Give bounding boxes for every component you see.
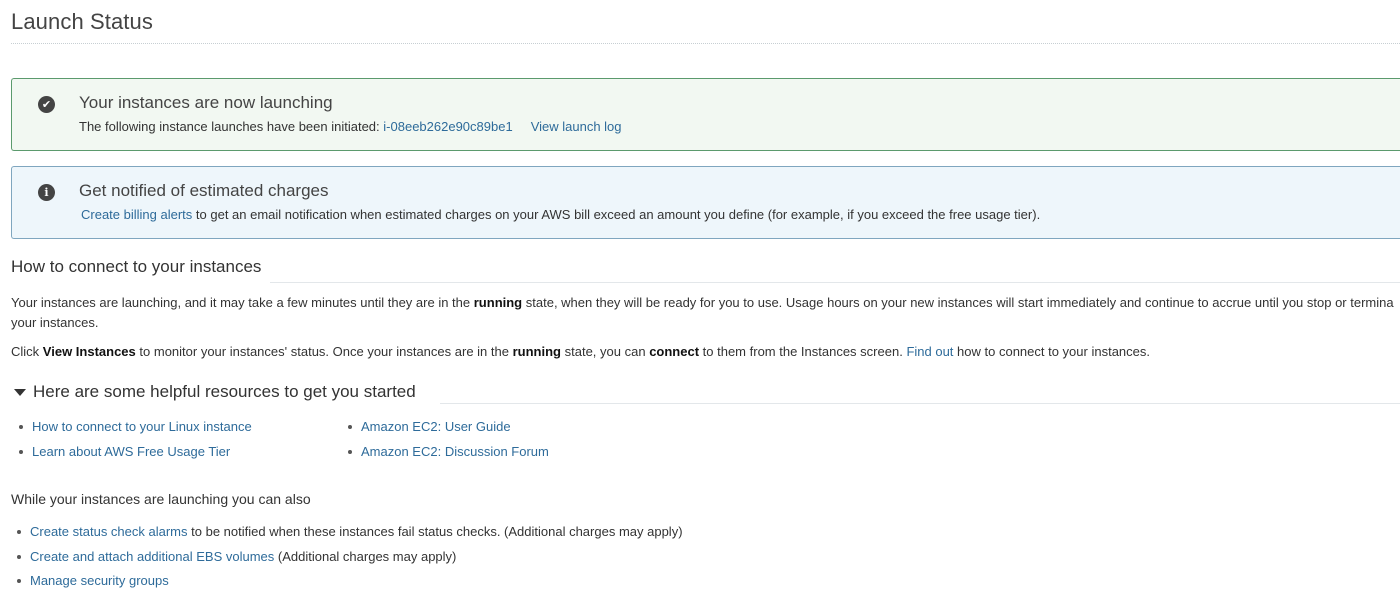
list-item: Amazon EC2: User Guide: [345, 418, 549, 443]
linux-connect-link[interactable]: How to connect to your Linux instance: [32, 419, 252, 434]
also-list: Create status check alarms to be notifie…: [14, 523, 683, 597]
alert-body-text: The following instance launches have bee…: [79, 119, 380, 134]
resources-right-list: Amazon EC2: User Guide Amazon EC2: Discu…: [345, 418, 549, 467]
list-item: Create status check alarms to be notifie…: [14, 523, 683, 548]
alert-body: The following instance launches have bee…: [79, 119, 622, 134]
resources-section-divider: [440, 403, 1400, 404]
create-status-check-alarms-link[interactable]: Create status check alarms: [30, 524, 188, 539]
resources-section-title[interactable]: Here are some helpful resources to get y…: [33, 382, 416, 402]
manage-security-groups-link[interactable]: Manage security groups: [30, 573, 169, 588]
list-item: Manage security groups: [14, 572, 683, 597]
also-section-heading: While your instances are launching you c…: [11, 491, 311, 507]
list-item: How to connect to your Linux instance: [16, 418, 252, 443]
alert-title: Get notified of estimated charges: [79, 181, 329, 200]
page-title: Launch Status: [11, 9, 153, 34]
collapse-caret-icon[interactable]: [14, 389, 26, 396]
billing-info-alert: i Get notified of estimated charges Crea…: [11, 166, 1400, 239]
list-item: Learn about AWS Free Usage Tier: [16, 443, 252, 468]
instance-id-link[interactable]: i-08eeb262e90c89be1: [383, 119, 512, 134]
launch-success-alert: ✔ Your instances are now launching The f…: [11, 78, 1400, 151]
ec2-discussion-forum-link[interactable]: Amazon EC2: Discussion Forum: [361, 444, 549, 459]
list-item: Create and attach additional EBS volumes…: [14, 548, 683, 573]
connect-section-divider: [270, 282, 1400, 283]
connect-paragraph-1-line-2: your instances.: [11, 315, 99, 330]
info-circle-icon: i: [38, 184, 55, 201]
check-circle-icon: ✔: [38, 96, 55, 113]
create-ebs-volumes-link[interactable]: Create and attach additional EBS volumes: [30, 549, 274, 564]
resources-left-list: How to connect to your Linux instance Le…: [16, 418, 252, 467]
list-item: Amazon EC2: Discussion Forum: [345, 443, 549, 468]
connect-paragraph-1: Your instances are launching, and it may…: [11, 295, 1394, 310]
title-divider: [11, 43, 1400, 44]
alert-title: Your instances are now launching: [79, 93, 333, 112]
alert-body: Create billing alerts to get an email no…: [81, 207, 1040, 222]
create-billing-alerts-link[interactable]: Create billing alerts: [81, 207, 192, 222]
connect-paragraph-2: Click View Instances to monitor your ins…: [11, 344, 1150, 359]
alert-body-text: to get an email notification when estima…: [195, 207, 1041, 222]
free-usage-tier-link[interactable]: Learn about AWS Free Usage Tier: [32, 444, 230, 459]
ec2-user-guide-link[interactable]: Amazon EC2: User Guide: [361, 419, 511, 434]
view-launch-log-link[interactable]: View launch log: [531, 119, 622, 134]
find-out-link[interactable]: Find out: [906, 344, 953, 359]
connect-section-title: How to connect to your instances: [11, 257, 262, 276]
launch-status-page: Launch Status ✔ Your instances are now l…: [0, 0, 1400, 597]
